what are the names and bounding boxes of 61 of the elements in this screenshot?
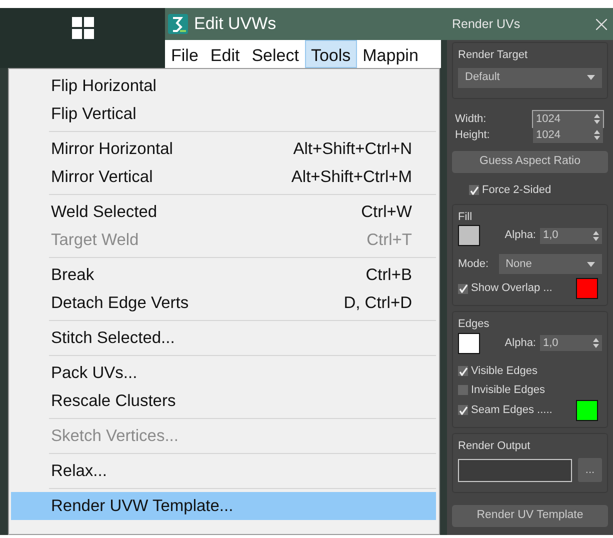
menu-bar-item[interactable]: Edit xyxy=(204,40,246,68)
close-icon[interactable] xyxy=(596,18,607,30)
checkbox-label: Show Overlap ... xyxy=(471,281,552,296)
menu-item[interactable]: Weld Selected Ctrl+W xyxy=(11,198,436,226)
menu-bar-item[interactable]: Tools xyxy=(304,40,357,68)
menu-bar-item[interactable]: File xyxy=(165,40,204,68)
color-swatch[interactable] xyxy=(458,332,480,354)
spinner-arrows-icon[interactable] xyxy=(594,130,600,140)
menu-bar-item[interactable]: Select xyxy=(246,40,305,68)
spinner-field[interactable]: 1,0 xyxy=(540,228,602,244)
browse-button[interactable]: ... xyxy=(578,458,602,482)
field-label: Alpha: xyxy=(504,228,536,244)
menu-item[interactable]: Detach Edge Verts D, Ctrl+D xyxy=(11,289,436,317)
field-label: Mode: xyxy=(458,256,489,272)
menu-item[interactable]: Rescale Clusters xyxy=(11,387,436,415)
checkbox[interactable] xyxy=(458,385,468,395)
checkbox-label: Invisible Edges xyxy=(471,382,545,398)
menu-item[interactable]: Relax... xyxy=(11,457,436,485)
windows-logo-icon[interactable] xyxy=(72,17,94,39)
checkbox[interactable] xyxy=(458,405,468,415)
field-label: Height: xyxy=(455,128,490,143)
menu-item[interactable]: Pack UVs... xyxy=(11,359,436,387)
group-label: Edges xyxy=(458,317,490,332)
render-uv-template-button[interactable]: Render UV Template xyxy=(452,505,608,527)
panel-title: Render UVs xyxy=(452,16,520,33)
menu-bar-item[interactable]: Mappin xyxy=(356,40,424,68)
color-swatch[interactable] xyxy=(576,400,598,420)
dropdown[interactable]: None xyxy=(498,254,602,274)
spinner-arrows-icon[interactable] xyxy=(593,230,599,240)
color-swatch[interactable] xyxy=(458,225,480,246)
spinner-field[interactable]: 1024 xyxy=(533,127,603,144)
dropdown-arrow-icon xyxy=(587,75,595,80)
spinner-arrows-icon[interactable] xyxy=(593,338,599,348)
app-icon xyxy=(168,14,188,34)
dropdown-arrow-icon xyxy=(587,262,595,266)
checkbox[interactable] xyxy=(469,185,479,195)
menu-item[interactable]: Mirror Vertical Alt+Shift+Ctrl+M xyxy=(11,163,436,191)
guess-aspect-ratio-button[interactable]: Guess Aspect Ratio xyxy=(452,150,608,172)
menu-item[interactable]: Flip Vertical xyxy=(11,100,436,128)
menu-item[interactable]: Render UVW Template... xyxy=(11,492,436,520)
window-title: Edit UVWs xyxy=(194,13,276,36)
group-label: Fill xyxy=(458,210,472,224)
checkbox[interactable] xyxy=(458,366,468,376)
checkbox-label: Force 2-Sided xyxy=(482,182,552,198)
spinner-field[interactable]: 1024 xyxy=(533,110,603,127)
color-swatch[interactable] xyxy=(576,278,598,299)
spinner-field[interactable]: 1,0 xyxy=(540,335,602,351)
field-label: Width: xyxy=(455,112,486,126)
menu-item[interactable]: Break Ctrl+B xyxy=(11,261,436,289)
spinner-arrows-icon[interactable] xyxy=(594,114,600,124)
menu-item[interactable]: Flip Horizontal xyxy=(11,72,436,100)
menu-item[interactable]: Mirror Horizontal Alt+Shift+Ctrl+N xyxy=(11,135,436,163)
checkbox-label: Visible Edges xyxy=(471,364,538,379)
dropdown[interactable]: Default xyxy=(458,68,602,88)
menu-item[interactable]: Stitch Selected... xyxy=(11,324,436,352)
checkbox-label: Seam Edges ..... xyxy=(471,402,552,418)
field-label: Alpha: xyxy=(504,336,536,351)
group-label: Render Output xyxy=(458,438,530,454)
group-label: Render Target xyxy=(458,48,528,63)
checkbox[interactable] xyxy=(458,284,468,294)
output-path-field[interactable] xyxy=(458,458,572,482)
